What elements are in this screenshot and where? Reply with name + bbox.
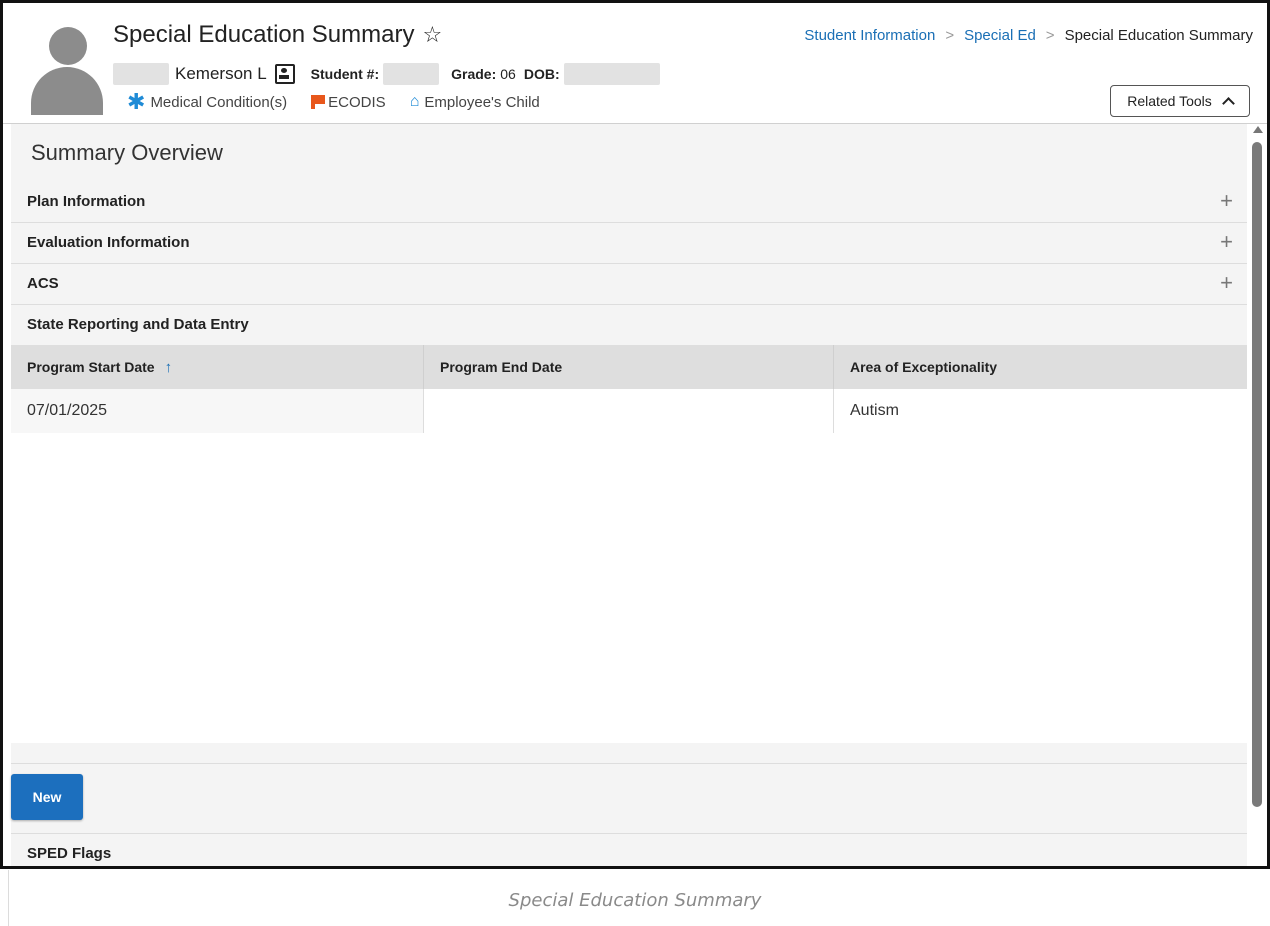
accordion-acs[interactable]: ACS +: [11, 264, 1247, 305]
breadcrumb-student-information[interactable]: Student Information: [804, 27, 935, 44]
scroll-up-arrow-icon[interactable]: [1253, 126, 1263, 133]
chevron-right-icon: >: [1045, 27, 1055, 44]
state-reporting-heading: State Reporting and Data Entry: [11, 305, 1247, 345]
avatar-body: [31, 67, 103, 115]
redacted-student-number: [383, 63, 440, 85]
redacted-dob: [563, 63, 660, 85]
table-row[interactable]: 07/01/2025 Autism: [11, 389, 1247, 433]
chevron-up-icon: [1221, 96, 1235, 110]
column-program-end-date[interactable]: Program End Date: [424, 345, 834, 389]
column-area-of-exceptionality[interactable]: Area of Exceptionality: [834, 345, 1247, 389]
flag-ecodis-label: ECODIS: [328, 93, 386, 111]
breadcrumb-current: Special Education Summary: [1064, 27, 1253, 44]
table-header: Program Start Date ↑ Program End Date Ar…: [11, 345, 1247, 389]
redacted-first-name: [113, 63, 169, 85]
vertical-scrollbar[interactable]: [1248, 124, 1267, 866]
accordion-plan-information[interactable]: Plan Information +: [11, 182, 1247, 223]
column-label: Area of Exceptionality: [850, 359, 998, 375]
expand-plus-icon[interactable]: +: [1220, 229, 1233, 255]
asterisk-icon: ✱: [127, 89, 146, 114]
chevron-right-icon: >: [945, 27, 955, 44]
accordion-label: Plan Information: [27, 193, 146, 210]
section-heading: Summary Overview: [11, 124, 1247, 183]
new-button[interactable]: New: [11, 774, 83, 820]
breadcrumb-special-ed[interactable]: Special Ed: [964, 27, 1036, 44]
page-title: Special Education Summary: [113, 21, 415, 48]
id-card-icon[interactable]: [274, 64, 295, 84]
state-reporting-title: State Reporting and Data Entry: [27, 316, 249, 333]
expand-plus-icon[interactable]: +: [1220, 270, 1233, 296]
sped-flags-section[interactable]: SPED Flags: [11, 833, 1247, 866]
accordion-label: ACS: [27, 275, 59, 292]
flag-ecodis[interactable]: ECODIS: [311, 94, 386, 111]
state-reporting-table: Program Start Date ↑ Program End Date Ar…: [11, 345, 1247, 744]
cell-program-start-date: 07/01/2025: [11, 389, 424, 433]
column-program-start-date[interactable]: Program Start Date ↑: [11, 345, 424, 389]
page-title-row: Special Education Summary ☆: [113, 21, 442, 49]
student-header: Special Education Summary ☆ Kemerson L S…: [3, 3, 1267, 124]
breadcrumb: Student Information > Special Ed > Speci…: [804, 27, 1253, 44]
house-icon: ⌂: [409, 93, 420, 110]
flag-icon: [311, 95, 326, 109]
cell-area-of-exceptionality: Autism: [834, 389, 1247, 433]
flag-medical[interactable]: ✱ Medical Condition(s): [127, 89, 288, 114]
related-tools-button[interactable]: Related Tools: [1110, 85, 1250, 117]
grade-label: Grade:: [451, 66, 497, 82]
avatar-head: [49, 27, 87, 65]
flag-medical-label: Medical Condition(s): [150, 93, 288, 111]
sort-ascending-icon: ↑: [164, 358, 173, 376]
app-frame: Special Education Summary ☆ Kemerson L S…: [0, 0, 1270, 869]
sped-flags-title: SPED Flags: [27, 845, 112, 862]
cell-program-end-date: [424, 389, 834, 433]
related-tools-label: Related Tools: [1127, 93, 1212, 109]
student-name: Kemerson L: [175, 64, 267, 83]
flag-employee-child[interactable]: ⌂ Employee's Child: [410, 93, 540, 111]
student-flags: ✱ Medical Condition(s) ECODIS ⌂ Employee…: [127, 89, 540, 114]
dob-label: DOB:: [523, 66, 560, 82]
avatar: [31, 27, 103, 115]
column-label: Program Start Date: [27, 359, 155, 375]
main-content: Summary Overview Plan Information + Eval…: [11, 124, 1247, 866]
accordion-evaluation-information[interactable]: Evaluation Information +: [11, 223, 1247, 264]
section-title: Summary Overview: [31, 140, 223, 165]
table-footer: [11, 743, 1247, 764]
student-info-row: Kemerson L Student #: Grade: 06 DOB:: [113, 61, 660, 87]
grade-value: 06: [500, 66, 516, 82]
student-number-label: Student #:: [310, 66, 380, 82]
figure-caption: Special Education Summary: [508, 890, 762, 911]
expand-plus-icon[interactable]: +: [1220, 188, 1233, 214]
scroll-thumb[interactable]: [1252, 142, 1262, 807]
favorite-star-icon[interactable]: ☆: [422, 22, 442, 48]
column-label: Program End Date: [440, 359, 563, 375]
accordion-label: Evaluation Information: [27, 234, 190, 251]
flag-employee-child-label: Employee's Child: [424, 93, 540, 111]
